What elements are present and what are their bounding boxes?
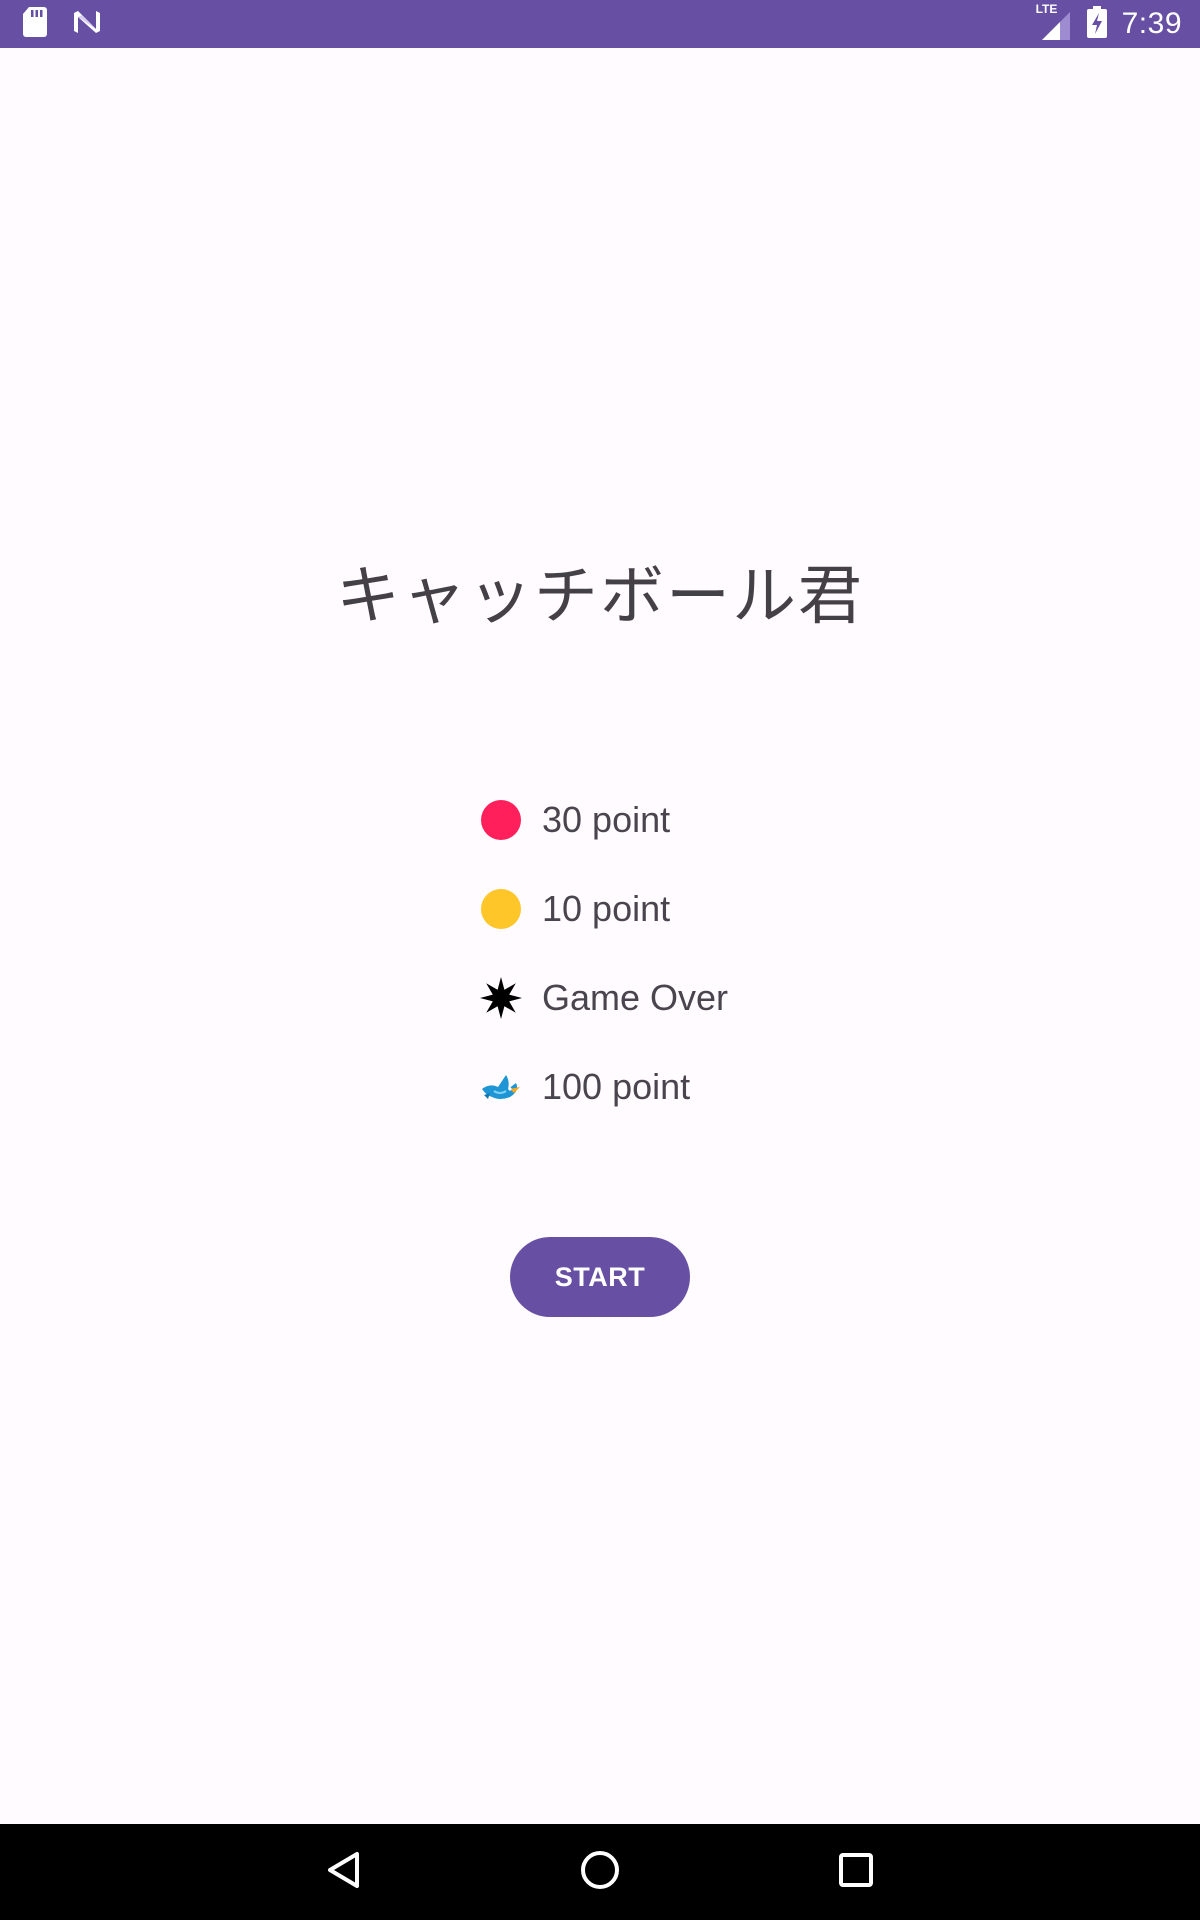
home-button[interactable] bbox=[570, 1842, 630, 1902]
status-bar-left bbox=[22, 0, 102, 48]
back-triangle-icon bbox=[326, 1850, 362, 1894]
red-ball-icon bbox=[480, 799, 522, 841]
n-notification-icon bbox=[72, 9, 102, 39]
page-title: キャッチボール君 bbox=[336, 560, 864, 634]
status-clock: 7:39 bbox=[1121, 7, 1182, 40]
legend-item-blue-bird: 100 point bbox=[480, 1057, 690, 1117]
recents-square-icon bbox=[838, 1852, 874, 1892]
legend-label: 100 point bbox=[542, 1066, 691, 1107]
sd-card-icon bbox=[22, 7, 48, 41]
status-bar: LTE 7:39 bbox=[0, 0, 1200, 48]
black-star-icon bbox=[480, 977, 522, 1019]
battery-charging-icon bbox=[1086, 6, 1108, 42]
legend-label: 10 point bbox=[542, 888, 671, 929]
home-circle-icon bbox=[579, 1849, 621, 1895]
legend-label: 30 point bbox=[542, 799, 671, 840]
legend-item-black-star: Game Over bbox=[480, 968, 728, 1028]
status-bar-right: LTE 7:39 bbox=[1036, 0, 1182, 48]
lte-signal-icon: LTE bbox=[1036, 2, 1072, 42]
recents-button[interactable] bbox=[826, 1842, 886, 1902]
legend-item-yellow-ball: 10 point bbox=[480, 879, 670, 939]
legend-label: Game Over bbox=[542, 977, 729, 1018]
start-button[interactable]: START bbox=[510, 1237, 690, 1317]
yellow-ball-icon bbox=[480, 888, 522, 930]
app-screen: LTE 7:39 キャッチボール君 30 point 10 point Game… bbox=[0, 0, 1200, 1920]
legend-item-red-ball: 30 point bbox=[480, 790, 670, 850]
navigation-bar bbox=[0, 1824, 1200, 1920]
blue-bird-icon bbox=[480, 1066, 522, 1108]
back-button[interactable] bbox=[314, 1842, 374, 1902]
